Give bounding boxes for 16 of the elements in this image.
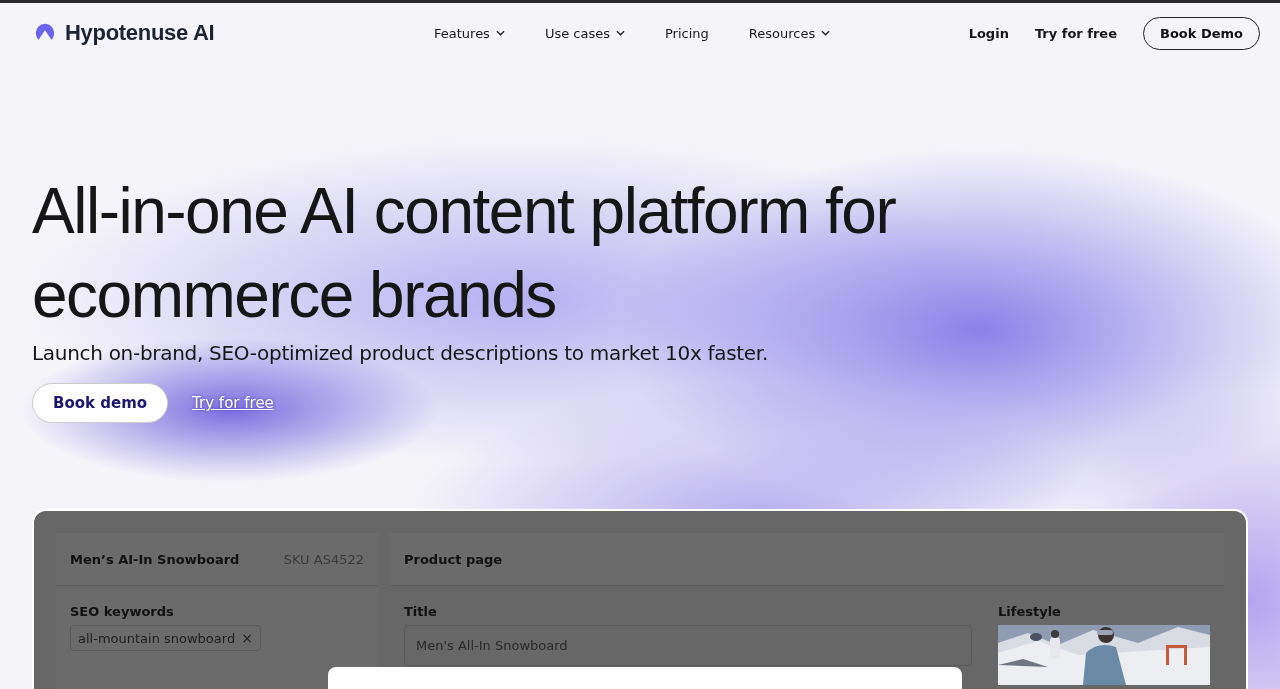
nav-link[interactable]: Pricing bbox=[665, 25, 709, 41]
nav-link[interactable]: Resources bbox=[748, 25, 816, 41]
seo-keywords-label: SEO keywords bbox=[70, 604, 175, 619]
product-name: Men’s AI-In Snowboard bbox=[70, 551, 240, 567]
nav-link[interactable]: Use cases bbox=[544, 25, 610, 41]
hero-subtitle: Launch on-brand, SEO-optimized product descriptions to market 10x faster. bbox=[32, 341, 769, 365]
nav-link[interactable]: Try for free bbox=[1034, 25, 1117, 41]
brand-name[interactable]: Hypotenuse AI bbox=[65, 20, 215, 46]
title-label: Title bbox=[404, 604, 438, 619]
lifestyle-label: Lifestyle bbox=[998, 604, 1062, 619]
nav-link[interactable]: Features bbox=[434, 25, 490, 41]
product-page-title: Product page bbox=[404, 551, 503, 567]
nav-link[interactable]: Login bbox=[968, 25, 1009, 41]
book-demo-button[interactable]: Book demo bbox=[32, 383, 169, 423]
keyword-text: all-mountain snowboard bbox=[78, 630, 236, 646]
hero-heading: All-in-one AI content platform for ecommerce brands bbox=[32, 174, 897, 333]
